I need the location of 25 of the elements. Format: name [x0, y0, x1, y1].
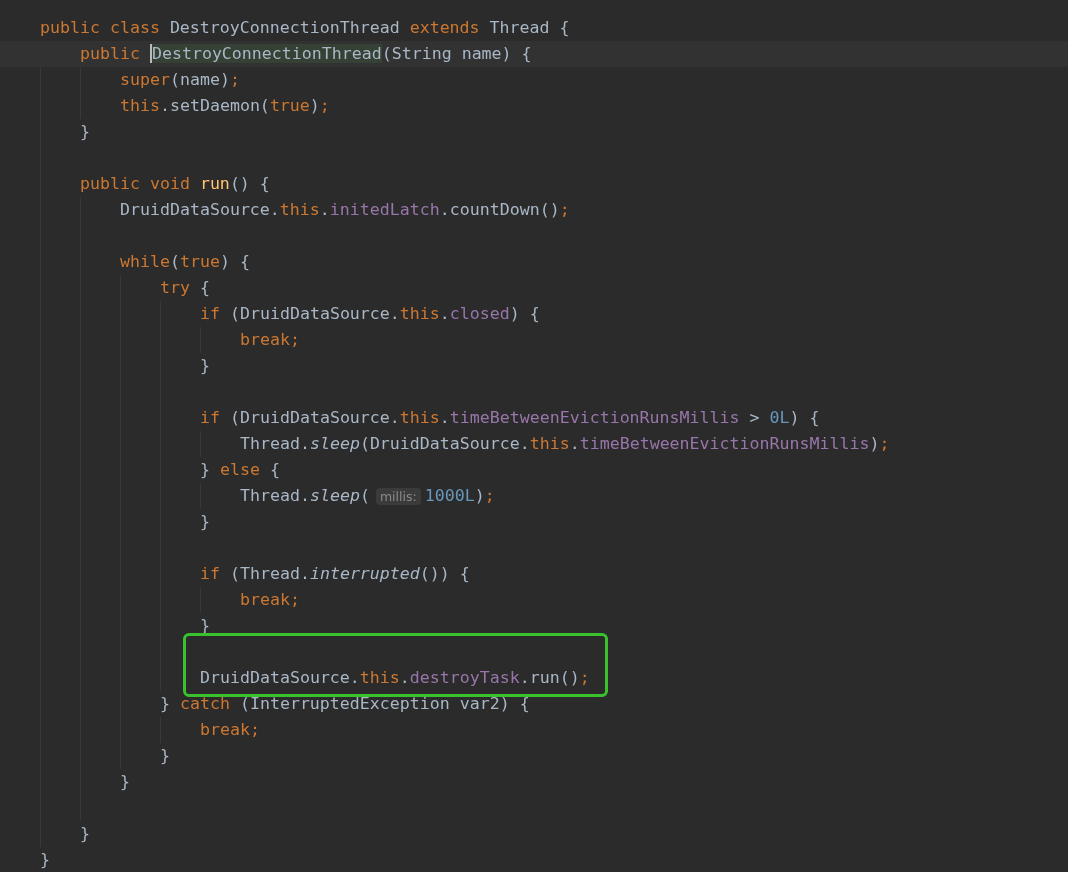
- code-line: Thread.sleep( millis: 1000L);: [240, 485, 495, 507]
- code-line: super(name);: [120, 69, 240, 91]
- code-line: }: [160, 745, 170, 767]
- code-line: if (Thread.interrupted()) {: [200, 563, 470, 585]
- code-line: Thread.sleep(DruidDataSource.this.timeBetweenEvictionRunsMillis);: [240, 433, 890, 455]
- code-line: }: [80, 121, 90, 143]
- code-line: }: [120, 771, 130, 793]
- code-line: }: [40, 849, 50, 871]
- code-line: break;: [240, 589, 300, 611]
- code-line: }: [200, 511, 210, 533]
- code-line: DruidDataSource.this.destroyTask.run();: [200, 665, 590, 691]
- code-line: try {: [160, 277, 210, 299]
- code-line: while(true) {: [120, 251, 250, 273]
- code-line: DruidDataSource.this.initedLatch.countDown();: [120, 199, 570, 221]
- code-line: }: [80, 823, 90, 845]
- code-line: if (DruidDataSource.this.timeBetweenEvictionRunsMillis > 0L) {: [200, 407, 820, 429]
- code-line: break;: [240, 329, 300, 351]
- code-line: break;: [200, 719, 260, 741]
- code-line: } catch (InterruptedException var2) {: [160, 693, 530, 715]
- code-line: }: [200, 355, 210, 377]
- code-line: this.setDaemon(true);: [120, 95, 330, 117]
- code-line: } else {: [200, 459, 280, 481]
- code-line: public class DestroyConnectionThread extends Thread {: [40, 17, 570, 39]
- code-line: if (DruidDataSource.this.closed) {: [200, 303, 540, 325]
- code-line: public void run() {: [80, 173, 270, 195]
